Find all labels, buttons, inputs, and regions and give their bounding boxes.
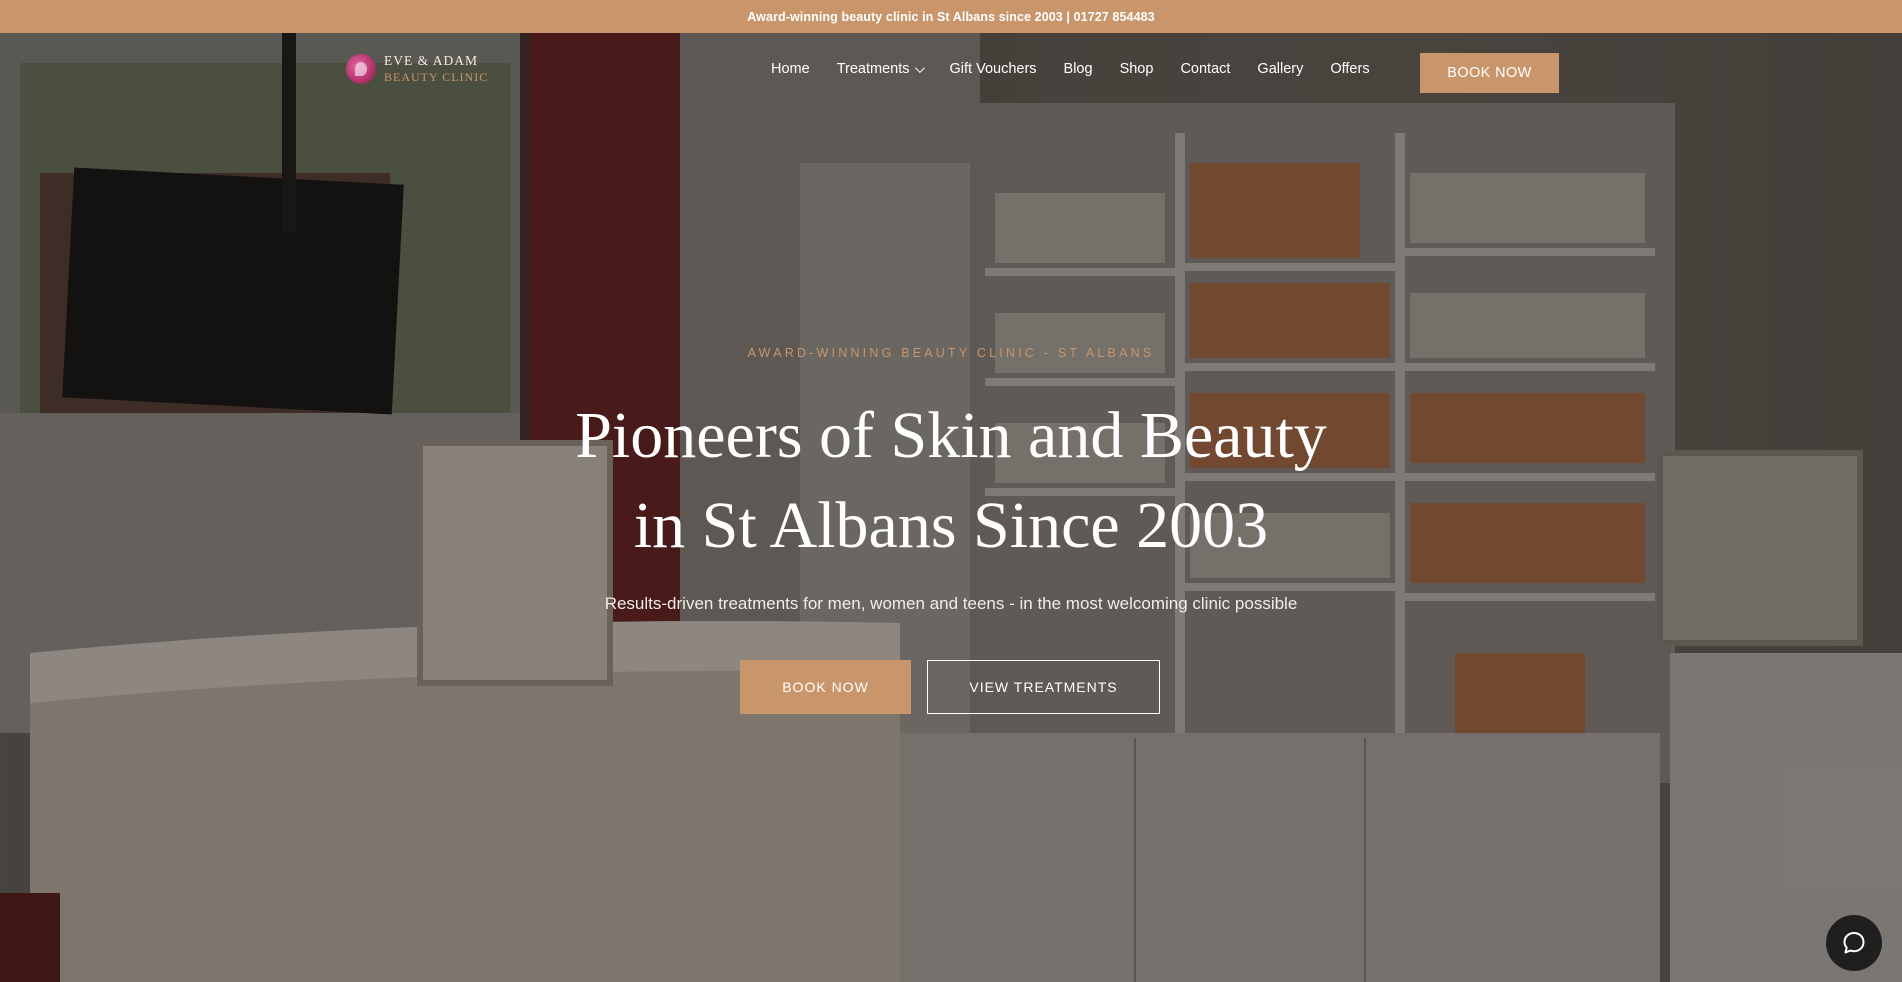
hero-eyebrow: AWARD-WINNING BEAUTY CLINIC - ST ALBANS — [747, 346, 1155, 360]
nav-item-label: Blog — [1063, 61, 1093, 77]
header-book-now-button[interactable]: BOOK NOW — [1420, 53, 1559, 93]
nav-item-treatments[interactable]: Treatments — [836, 61, 926, 77]
nav-item-label: Shop — [1119, 61, 1154, 77]
nav-item-gallery[interactable]: Gallery — [1257, 61, 1303, 77]
nav-item-shop[interactable]: Shop — [1120, 61, 1154, 77]
chat-bubble-icon — [1843, 932, 1865, 954]
nav-item-label: Treatments — [836, 61, 910, 77]
hero-content: AWARD-WINNING BEAUTY CLINIC - ST ALBANS … — [0, 33, 1902, 982]
nav-item-label: Contact — [1180, 61, 1231, 77]
site-header: EVE & ADAM BEAUTY CLINIC Home Treatments… — [0, 33, 1902, 113]
announcement-text: Award-winning beauty clinic in St Albans… — [747, 9, 1155, 24]
announcement-bar: Award-winning beauty clinic in St Albans… — [0, 0, 1902, 33]
nav-item-home[interactable]: Home — [771, 61, 810, 77]
chevron-down-icon — [915, 62, 926, 73]
hero-subline: Results-driven treatments for men, women… — [604, 594, 1298, 613]
nav-item-label: Home — [771, 61, 810, 77]
main-nav: Home Treatments Gift Vouchers Blog Shop … — [771, 61, 1397, 77]
view-treatments-button[interactable]: VIEW TREATMENTS — [927, 660, 1160, 714]
nav-item-blog[interactable]: Blog — [1064, 61, 1093, 77]
logo-text: EVE & ADAM BEAUTY CLINIC — [384, 53, 488, 85]
nav-item-label: Offers — [1330, 61, 1370, 77]
nav-item-gift-vouchers[interactable]: Gift Vouchers — [949, 61, 1036, 77]
nav-item-contact[interactable]: Contact — [1180, 61, 1230, 77]
logo-name-line1: EVE & ADAM — [384, 53, 478, 68]
hero-headline-line2: in St Albans Since 2003 — [633, 489, 1269, 562]
chat-widget-button[interactable] — [1826, 915, 1882, 971]
hero-book-now-button[interactable]: BOOK NOW — [740, 660, 911, 714]
nav-item-offers[interactable]: Offers — [1330, 61, 1369, 77]
logo-name-line2: BEAUTY CLINIC — [384, 70, 489, 84]
hero-headline: Pioneers of Skin and Beauty in St Albans… — [0, 391, 1902, 571]
nav-item-label: Gallery — [1257, 61, 1304, 77]
logo-mark-icon — [346, 54, 376, 84]
hero-headline-line1: Pioneers of Skin and Beauty — [575, 399, 1327, 472]
nav-item-label: Gift Vouchers — [949, 61, 1037, 77]
site-logo[interactable]: EVE & ADAM BEAUTY CLINIC — [346, 53, 488, 85]
